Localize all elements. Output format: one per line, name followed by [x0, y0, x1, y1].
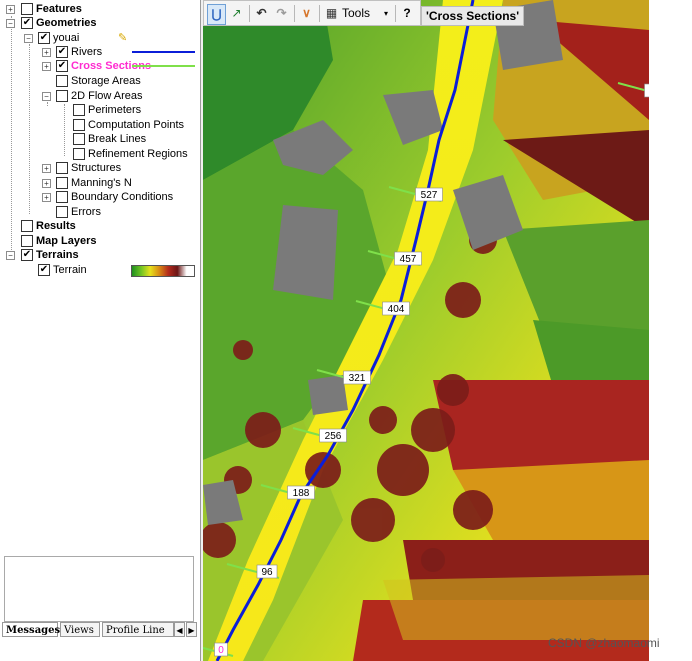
results-checkbox[interactable]	[21, 220, 33, 232]
tree-item-cross-sections[interactable]: + ✔ Cross Sections	[0, 59, 200, 73]
youai-label: youai	[53, 32, 80, 44]
refinement-regions-label: Refinement Regions	[88, 148, 188, 160]
rivers-checkbox[interactable]: ✔	[56, 46, 68, 58]
youai-checkbox[interactable]: ✔	[38, 32, 50, 44]
terrain-color-ramp	[131, 265, 195, 277]
features-label: Features	[36, 3, 82, 15]
tab-profile-lines[interactable]: Profile Line	[102, 622, 174, 637]
pan-tool-icon[interactable]: ↗	[228, 4, 245, 23]
expand-icon[interactable]: +	[6, 5, 15, 14]
map-layers-checkbox[interactable]	[21, 235, 33, 247]
tab-views[interactable]: Views	[60, 622, 100, 637]
edit-mode-label: 'Cross Sections'	[421, 6, 525, 26]
collapse-icon[interactable]: −	[6, 251, 15, 260]
tools-menu-button[interactable]: Tools	[342, 4, 370, 23]
errors-checkbox[interactable]	[56, 206, 68, 218]
edit-pencil-icon[interactable]: ✎	[118, 31, 127, 45]
cross-section-station-label: 188	[293, 488, 310, 499]
2d-flow-areas-checkbox[interactable]	[56, 90, 68, 102]
terrain-wedge	[383, 575, 649, 640]
tab-messages[interactable]: Messages	[2, 622, 60, 637]
computation-points-label: Computation Points	[88, 119, 184, 131]
mannings-n-checkbox[interactable]	[56, 177, 68, 189]
tree-connector	[47, 102, 48, 106]
storage-areas-label: Storage Areas	[71, 75, 141, 87]
toolbar-separator	[249, 5, 250, 22]
cross-sections-legend-line	[132, 65, 195, 67]
cross-section-station-label: 404	[388, 304, 405, 315]
cross-section-station-label: 0	[218, 645, 224, 656]
boundary-conditions-checkbox[interactable]	[56, 191, 68, 203]
layer-tree-panel: + Features − ✔ Geometries − ✔ youai ✎ + …	[0, 0, 201, 661]
collapse-icon[interactable]: −	[6, 19, 15, 28]
terrains-label: Terrains	[36, 249, 79, 261]
expand-icon[interactable]: +	[42, 48, 51, 57]
cross-sections-checkbox[interactable]: ✔	[56, 60, 68, 72]
tree-connector	[64, 104, 65, 156]
mannings-n-label: Manning's N	[71, 177, 132, 189]
features-checkbox[interactable]	[21, 3, 33, 15]
collapse-icon[interactable]: −	[42, 92, 51, 101]
results-label: Results	[36, 220, 76, 232]
boundary-conditions-label: Boundary Conditions	[71, 191, 174, 203]
perimeters-checkbox[interactable]	[73, 104, 85, 116]
right-margin	[649, 0, 692, 661]
help-button[interactable]: ?	[400, 4, 414, 23]
structures-checkbox[interactable]	[56, 162, 68, 174]
2d-flow-areas-label: 2D Flow Areas	[71, 90, 143, 102]
errors-label: Errors	[71, 206, 101, 218]
geometries-checkbox[interactable]: ✔	[21, 17, 33, 29]
cross-section-station-label: 527	[421, 190, 438, 201]
tab-scroll-left-icon[interactable]: ◀	[174, 622, 185, 637]
break-lines-label: Break Lines	[88, 133, 147, 145]
map-layers-label: Map Layers	[36, 235, 97, 247]
refinement-regions-checkbox[interactable]	[73, 148, 85, 160]
watermark: CSDN @zhaomaomi	[548, 636, 660, 650]
toolbar-separator	[395, 5, 396, 22]
rivers-legend-line	[132, 51, 195, 53]
cross-section-station-label: 321	[349, 373, 366, 384]
redo-icon[interactable]: ↷	[273, 4, 290, 23]
undo-icon[interactable]: ↶	[253, 4, 270, 23]
expand-icon[interactable]: +	[42, 193, 51, 202]
terrain-map[interactable]: 639527457404321256188960	[203, 0, 649, 661]
expand-icon[interactable]: +	[42, 62, 51, 71]
computation-points-checkbox[interactable]	[73, 119, 85, 131]
terrain-checkbox[interactable]: ✔	[38, 264, 50, 276]
cross-section-station-label: 457	[400, 254, 417, 265]
tools-menu-icon[interactable]: ▦	[324, 4, 339, 23]
map-toolbar: ⋃ ↗ ↶ ↷ ∨ ▦ Tools ▾ ?	[203, 0, 421, 26]
rivers-label: Rivers	[71, 46, 103, 58]
tools-dropdown-chevron-icon[interactable]: ▾	[382, 4, 390, 23]
select-tool-icon[interactable]: ⋃	[207, 4, 226, 25]
expand-icon[interactable]: +	[42, 164, 51, 173]
geometries-label: Geometries	[36, 17, 97, 29]
collapse-icon[interactable]: −	[24, 34, 33, 43]
tab-scroll-right-icon[interactable]: ▶	[186, 622, 197, 637]
perimeters-label: Perimeters	[88, 104, 142, 116]
cross-section-station-label: 96	[261, 567, 273, 578]
messages-panel[interactable]	[4, 556, 194, 622]
cross-section-station-label: 256	[325, 431, 342, 442]
break-lines-checkbox[interactable]	[73, 133, 85, 145]
toolbar-separator	[319, 5, 320, 22]
toolbar-separator	[294, 5, 295, 22]
terrain-label: Terrain	[53, 264, 87, 276]
expand-icon[interactable]: +	[42, 179, 51, 188]
storage-areas-checkbox[interactable]	[56, 75, 68, 87]
map-canvas[interactable]: 639527457404321256188960	[203, 0, 649, 661]
layer-tree: + Features − ✔ Geometries − ✔ youai ✎ + …	[0, 0, 200, 548]
terrains-checkbox[interactable]: ✔	[21, 249, 33, 261]
ras-mapper-window: + Features − ✔ Geometries − ✔ youai ✎ + …	[0, 0, 692, 661]
measure-tool-icon[interactable]: ∨	[298, 4, 315, 23]
tree-item-terrain[interactable]: ✔ Terrain	[0, 263, 200, 277]
structures-label: Structures	[71, 162, 122, 174]
tree-item-rivers[interactable]: + ✔ Rivers	[0, 45, 200, 59]
